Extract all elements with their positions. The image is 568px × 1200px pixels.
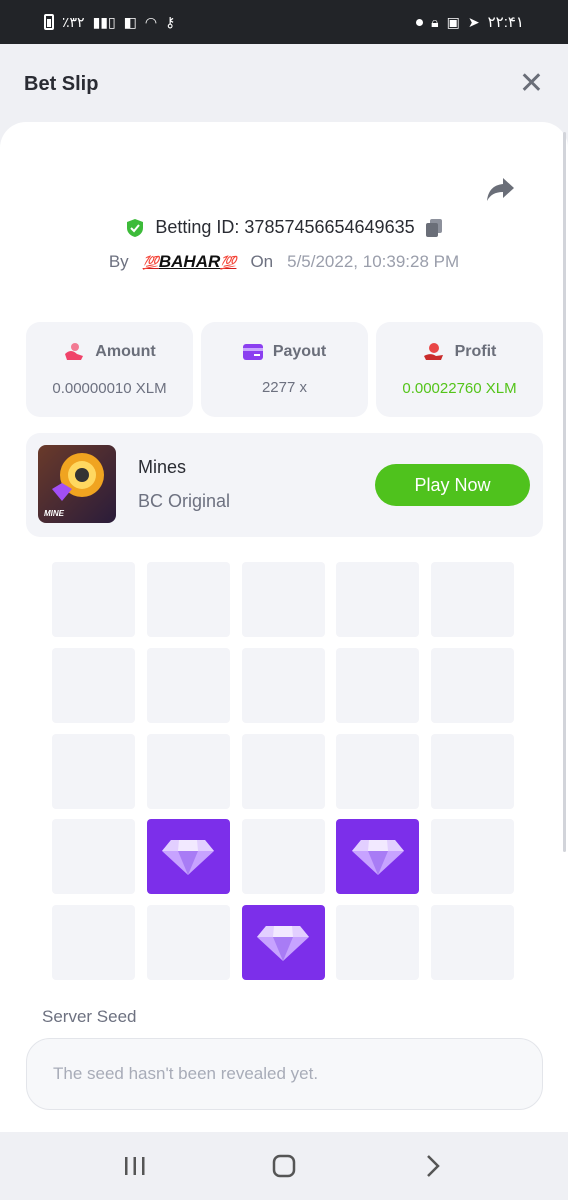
stat-value: 0.00022760 XLM xyxy=(402,380,517,397)
by-label: By xyxy=(108,252,129,271)
chevron-right-icon xyxy=(427,1155,441,1177)
stat-payout: Payout 2277 x xyxy=(201,322,368,417)
diamond-icon xyxy=(162,839,215,875)
mine-tile xyxy=(241,562,325,637)
recent-apps-icon xyxy=(124,1157,145,1175)
battery-percent: ٪۳۲ xyxy=(62,14,85,30)
lock-icon: 🔒︎ xyxy=(431,14,439,30)
server-seed-field[interactable]: The seed hasn't been revealed yet. xyxy=(26,1038,543,1110)
recent-apps-button[interactable] xyxy=(115,1146,155,1186)
mine-tile-gem xyxy=(241,905,325,980)
mine-tile xyxy=(52,647,135,723)
volte-icon: ◧ xyxy=(123,14,137,30)
mines-grid xyxy=(52,562,514,980)
close-icon[interactable]: ✕ xyxy=(519,69,544,99)
stat-profit: Profit 0.00022760 XLM xyxy=(376,322,543,417)
image-icon: ▣ xyxy=(446,14,460,30)
mine-tile xyxy=(431,905,514,980)
stat-label: Amount xyxy=(95,343,156,360)
mine-tile xyxy=(336,905,420,980)
game-subtitle: BC Original xyxy=(138,491,231,511)
vpn-key-icon: ⚷ xyxy=(165,14,176,30)
thumb-label: MINE xyxy=(44,509,64,518)
header: Bet Slip ✕ xyxy=(0,44,568,124)
amount-icon xyxy=(65,343,84,360)
hundred-emoji: 💯 xyxy=(220,255,237,270)
game-thumbnail[interactable]: MINE xyxy=(38,445,116,523)
username: BAHAR xyxy=(158,252,221,271)
game-row: MINE Mines BC Original Play Now xyxy=(26,433,543,537)
mine-tile xyxy=(336,647,420,723)
game-name: Mines xyxy=(138,457,187,477)
on-label: On xyxy=(250,252,274,271)
home-icon xyxy=(272,1154,296,1178)
status-bar: ٪۳۲ ▮▮▯ ◧ ◠ ⚷ 🔒︎ ▣ ➤ ۲۲:۴۱ xyxy=(0,0,568,44)
back-button[interactable] xyxy=(413,1146,453,1186)
betting-id: Betting ID: 37857456654649635 xyxy=(155,217,415,237)
username-link[interactable]: 💯BAHAR💯 xyxy=(143,252,237,272)
mine-tile xyxy=(146,647,230,723)
scrollbar[interactable] xyxy=(563,132,566,852)
system-nav-bar xyxy=(0,1132,568,1200)
mine-tile xyxy=(431,647,514,723)
hundred-emoji: 💯 xyxy=(142,255,159,270)
profit-hand-icon xyxy=(423,343,443,360)
mine-tile xyxy=(52,819,135,895)
mine-tile xyxy=(241,819,325,895)
verified-shield-icon xyxy=(127,218,144,237)
mine-tile-gem xyxy=(146,819,230,895)
mine-tile xyxy=(336,733,420,809)
copy-icon[interactable] xyxy=(425,218,443,238)
mine-tile xyxy=(52,905,135,980)
mine-tile xyxy=(431,562,514,637)
stat-value: 0.00000010 XLM xyxy=(52,380,167,397)
stat-amount: Amount 0.00000010 XLM xyxy=(26,322,193,417)
diamond-icon xyxy=(257,925,309,961)
play-now-button[interactable]: Play Now xyxy=(375,464,530,506)
wifi-icon: ◠ xyxy=(144,14,158,30)
signal-icon: ▮▮▯ xyxy=(92,14,116,30)
stat-value: 2277 x xyxy=(261,379,308,396)
by-row: By 💯BAHAR💯 On 5/5/2022, 10:39:28 PM xyxy=(0,252,568,272)
battery-icon xyxy=(44,14,54,30)
status-right: 🔒︎ ▣ ➤ ۲۲:۴۱ xyxy=(416,13,524,31)
stat-label: Payout xyxy=(272,343,327,360)
mine-tile xyxy=(146,733,230,809)
clock: ۲۲:۴۱ xyxy=(487,14,524,31)
mine-tile xyxy=(241,647,325,723)
bet-datetime: 5/5/2022, 10:39:28 PM xyxy=(287,252,460,271)
mine-tile xyxy=(52,733,135,809)
mine-tile xyxy=(52,562,135,637)
mine-tile xyxy=(146,905,230,980)
stat-label: Profit xyxy=(454,343,497,360)
mine-tile xyxy=(241,733,325,809)
diamond-icon xyxy=(351,839,404,875)
telegram-icon: ➤ xyxy=(467,14,480,30)
bet-slip-card: Betting ID: 37857456654649635 By 💯BAHAR💯… xyxy=(0,122,568,1132)
betting-id-row: Betting ID: 37857456654649635 xyxy=(0,217,568,238)
notification-dot-icon xyxy=(416,18,424,26)
mine-tile xyxy=(431,733,514,809)
mine-tile-gem xyxy=(336,819,420,895)
page-title: Bet Slip xyxy=(24,72,99,95)
card-icon xyxy=(242,344,263,360)
mine-tile xyxy=(336,562,420,637)
status-left: ٪۳۲ ▮▮▯ ◧ ◠ ⚷ xyxy=(44,14,175,30)
home-button[interactable] xyxy=(264,1146,304,1186)
server-seed-label: Server Seed xyxy=(42,1007,137,1026)
mine-tile xyxy=(146,562,230,637)
mine-tile xyxy=(431,819,514,895)
stats-row: Amount 0.00000010 XLM Payout 2277 x Prof… xyxy=(26,322,543,417)
share-icon[interactable] xyxy=(486,176,516,202)
